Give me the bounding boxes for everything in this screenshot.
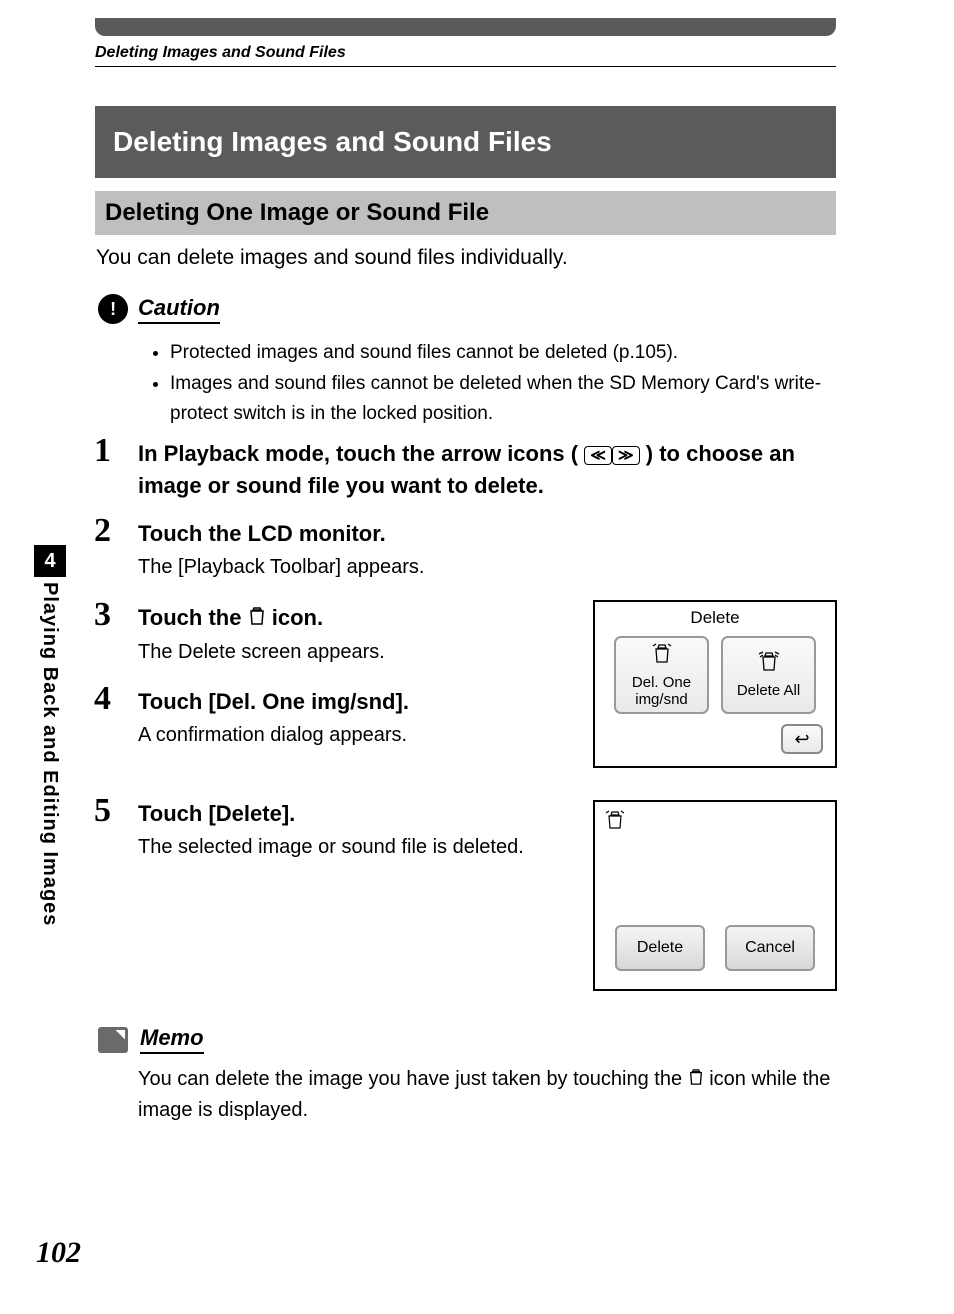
confirm-delete-button[interactable]: Delete: [615, 925, 705, 971]
confirm-screen: Delete Cancel: [593, 800, 837, 991]
memo-text-a: You can delete the image you have just t…: [138, 1068, 688, 1090]
page-top-bar: [95, 18, 836, 36]
back-button[interactable]: ↩: [781, 724, 823, 754]
step-number: 5: [94, 792, 111, 830]
caution-icon: [94, 290, 132, 328]
step-1: 1 In Playback mode, touch the arrow icon…: [94, 438, 834, 502]
step-2-heading: Touch the LCD monitor.: [138, 518, 834, 550]
header-underline: [95, 66, 836, 67]
memo-text: You can delete the image you have just t…: [138, 1064, 836, 1125]
trash-single-icon: [651, 642, 673, 670]
delete-all-button[interactable]: Delete All: [721, 636, 816, 714]
caution-heading: Caution: [98, 294, 220, 324]
step-3-text-a: Touch the: [138, 605, 248, 630]
caution-label: Caution: [138, 295, 220, 324]
delete-all-label: Delete All: [737, 682, 800, 699]
cancel-button[interactable]: Cancel: [725, 925, 815, 971]
del-one-button[interactable]: Del. One img/snd: [614, 636, 709, 714]
right-arrow-icon: ≫: [612, 446, 640, 465]
trash-all-icon: [758, 650, 780, 678]
section-subtitle: Deleting One Image or Sound File: [95, 191, 836, 235]
trash-icon: [688, 1065, 704, 1095]
trash-small-icon: [605, 810, 625, 835]
step-2: 2 Touch the LCD monitor. The [Playback T…: [94, 518, 834, 579]
memo-icon: [98, 1027, 128, 1053]
intro-text: You can delete images and sound files in…: [96, 246, 568, 270]
step-number: 3: [94, 596, 111, 634]
step-number: 4: [94, 680, 111, 718]
running-header: Deleting Images and Sound Files: [95, 44, 346, 62]
step-3-text-b: icon.: [272, 605, 323, 630]
del-one-label-2: img/snd: [635, 691, 688, 708]
left-arrow-icon: ≪: [584, 446, 612, 465]
delete-screen: Delete Del. One img/snd Delete All ↩: [593, 600, 837, 768]
page-number: 102: [36, 1236, 81, 1270]
caution-bullet-2: Images and sound files cannot be deleted…: [170, 369, 834, 428]
memo-heading: Memo: [98, 1025, 204, 1054]
side-tab-number: 4: [34, 545, 66, 577]
step-1-text-a: In Playback mode, touch the arrow icons …: [138, 441, 578, 466]
step-number: 2: [94, 512, 111, 550]
caution-bullets: Protected images and sound files cannot …: [152, 338, 834, 430]
delete-screen-title: Delete: [595, 602, 835, 636]
caution-bullet-1: Protected images and sound files cannot …: [170, 338, 834, 367]
side-tab-text: Playing Back and Editing Images: [38, 582, 61, 926]
memo-label: Memo: [140, 1025, 204, 1054]
trash-icon: [248, 603, 266, 635]
back-arrow-icon: ↩: [794, 729, 809, 750]
page-title: Deleting Images and Sound Files: [95, 106, 836, 178]
step-number: 1: [94, 432, 111, 470]
step-2-body: The [Playback Toolbar] appears.: [138, 556, 834, 579]
del-one-label-1: Del. One: [632, 674, 691, 691]
step-1-heading: In Playback mode, touch the arrow icons …: [138, 438, 834, 502]
